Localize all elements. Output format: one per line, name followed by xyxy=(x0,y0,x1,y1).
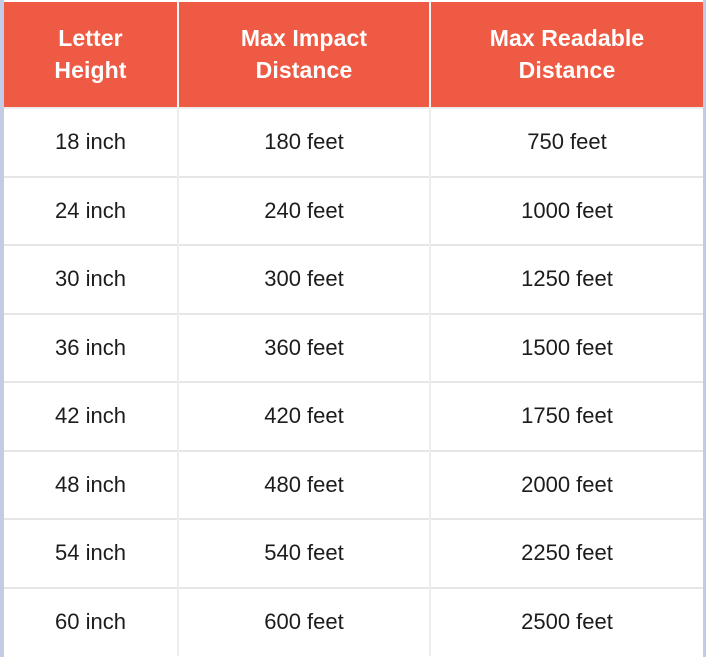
cell-max-impact: 540 feet xyxy=(178,518,431,588)
table-row: 36 inch 360 feet 1500 feet xyxy=(4,312,703,382)
cell-max-impact: 480 feet xyxy=(178,449,431,519)
page-canvas: Letter Height Max Impact Distance Max Re… xyxy=(0,0,706,657)
column-header-max-readable-line2: Distance xyxy=(518,56,616,83)
table-row: 30 inch 300 feet 1250 feet xyxy=(4,244,703,314)
cell-max-readable: 2500 feet xyxy=(430,586,703,656)
cell-max-readable: 1250 feet xyxy=(430,244,703,314)
cell-max-impact: 240 feet xyxy=(178,175,431,245)
table-container: Letter Height Max Impact Distance Max Re… xyxy=(4,2,703,657)
cell-letter-height: 36 inch xyxy=(4,312,179,382)
column-header-max-readable-line1: Max Readable xyxy=(489,25,645,52)
column-header-max-impact-distance: Max Impact Distance xyxy=(178,2,431,108)
cell-letter-height: 54 inch xyxy=(4,518,179,588)
column-header-letter-height-line1: Letter xyxy=(58,25,123,52)
table-header: Letter Height Max Impact Distance Max Re… xyxy=(4,2,703,108)
table-header-row: Letter Height Max Impact Distance Max Re… xyxy=(4,2,703,108)
cell-letter-height: 24 inch xyxy=(4,175,179,245)
column-header-max-impact-line2: Distance xyxy=(255,56,353,83)
letter-height-visibility-table: Letter Height Max Impact Distance Max Re… xyxy=(4,2,703,656)
cell-letter-height: 60 inch xyxy=(4,586,179,656)
cell-letter-height: 48 inch xyxy=(4,449,179,519)
cell-max-readable: 1000 feet xyxy=(430,175,703,245)
table-row: 18 inch 180 feet 750 feet xyxy=(4,107,703,177)
cell-letter-height: 30 inch xyxy=(4,244,179,314)
table-row: 54 inch 540 feet 2250 feet xyxy=(4,518,703,588)
column-header-max-impact-line1: Max Impact xyxy=(240,25,368,52)
cell-letter-height: 18 inch xyxy=(4,107,179,177)
cell-max-impact: 420 feet xyxy=(178,381,431,451)
cell-max-impact: 600 feet xyxy=(178,586,431,656)
column-header-max-readable-distance: Max Readable Distance xyxy=(430,2,703,108)
table-body: 18 inch 180 feet 750 feet 24 inch 240 fe… xyxy=(4,107,703,656)
cell-max-readable: 1500 feet xyxy=(430,312,703,382)
table-row: 60 inch 600 feet 2500 feet xyxy=(4,586,703,656)
cell-max-impact: 180 feet xyxy=(178,107,431,177)
column-header-letter-height: Letter Height xyxy=(4,2,179,108)
cell-max-readable: 2250 feet xyxy=(430,518,703,588)
cell-max-readable: 2000 feet xyxy=(430,449,703,519)
table-row: 42 inch 420 feet 1750 feet xyxy=(4,381,703,451)
table-row: 48 inch 480 feet 2000 feet xyxy=(4,449,703,519)
table-row: 24 inch 240 feet 1000 feet xyxy=(4,175,703,245)
cell-letter-height: 42 inch xyxy=(4,381,179,451)
cell-max-readable: 750 feet xyxy=(430,107,703,177)
cell-max-impact: 300 feet xyxy=(178,244,431,314)
cell-max-impact: 360 feet xyxy=(178,312,431,382)
cell-max-readable: 1750 feet xyxy=(430,381,703,451)
column-header-letter-height-line2: Height xyxy=(54,56,127,83)
